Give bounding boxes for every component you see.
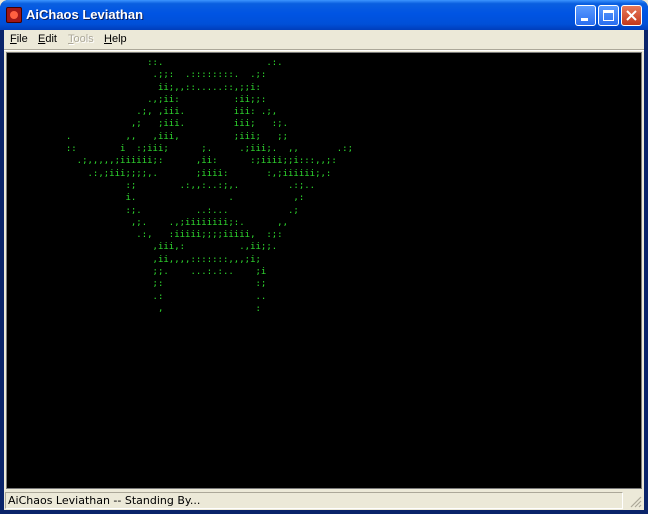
title-bar[interactable]: AiChaos Leviathan	[0, 0, 648, 30]
minimize-icon	[581, 18, 588, 21]
resize-grip-icon[interactable]	[628, 494, 642, 508]
minimize-button[interactable]	[575, 5, 596, 26]
ascii-art: ::. .:. .;;: .::::::::. .;: ii;,,::.....…	[65, 58, 354, 314]
menu-edit[interactable]: Edit	[38, 33, 57, 45]
close-button[interactable]	[621, 5, 642, 26]
maximize-icon	[603, 10, 614, 21]
client-area: File Edit Tools Help ::. .:. .;;: .:::::…	[4, 30, 644, 510]
menu-tools[interactable]: Tools	[68, 33, 94, 45]
app-window: AiChaos Leviathan File Edit Tools Help :…	[0, 0, 648, 514]
menu-separator	[4, 49, 644, 51]
status-bar: AiChaos Leviathan -- Standing By...	[4, 490, 644, 510]
window-title: AiChaos Leviathan	[26, 7, 144, 22]
menu-help[interactable]: Help	[104, 33, 127, 45]
maximize-button[interactable]	[598, 5, 619, 26]
app-icon[interactable]	[6, 7, 22, 23]
menu-file[interactable]: File	[10, 33, 28, 45]
ascii-display[interactable]: ::. .:. .;;: .::::::::. .;: ii;,,::.....…	[6, 52, 642, 489]
menu-bar: File Edit Tools Help	[4, 30, 644, 49]
status-text: AiChaos Leviathan -- Standing By...	[5, 492, 623, 509]
close-icon	[626, 10, 637, 21]
